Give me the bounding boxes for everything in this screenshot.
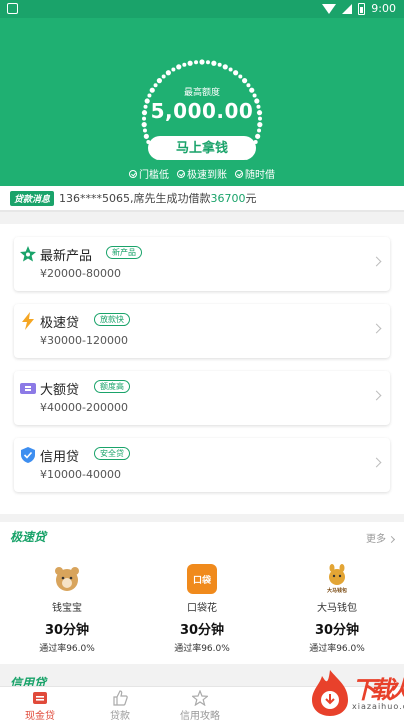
dial-dot bbox=[187, 60, 193, 66]
dial-dot bbox=[176, 64, 182, 70]
feature-item: 极速到账 bbox=[177, 166, 227, 181]
fast-loan-section: 极速贷 更多 钱宝宝 30分钟 通过率96.0% 口袋 口袋花 30分钟 通过率… bbox=[0, 522, 404, 664]
product-name: 最新产品 bbox=[40, 249, 93, 264]
product-tag: 额度高 bbox=[94, 380, 130, 393]
chevron-right-icon bbox=[387, 535, 396, 544]
product-name: 大额贷 bbox=[40, 383, 80, 398]
app-card-koudaihua[interactable]: 口袋 口袋花 30分钟 通过率96.0% bbox=[142, 564, 262, 654]
status-time: 9:00 bbox=[371, 2, 396, 15]
dial-dot bbox=[211, 60, 217, 66]
signal-icon bbox=[342, 3, 353, 14]
product-list: 最新产品 新产品 ¥20000-80000 极速贷 放款快 ¥30000-120… bbox=[0, 224, 404, 514]
app-rate: 通过率96.0% bbox=[174, 644, 230, 654]
chevron-right-icon bbox=[371, 256, 382, 267]
dial-dot bbox=[161, 74, 166, 79]
lightning-icon bbox=[22, 312, 34, 330]
feature-item: 随时借 bbox=[235, 166, 275, 181]
product-tag: 新产品 bbox=[106, 246, 142, 259]
app-name: 大马钱包 bbox=[317, 603, 357, 614]
tab-cash-loan[interactable]: 现金贷 bbox=[0, 689, 80, 720]
get-money-button[interactable]: 马上拿钱 bbox=[148, 136, 256, 160]
notification-icon bbox=[7, 3, 18, 14]
app-rate: 通过率96.0% bbox=[309, 644, 365, 654]
dial-dot bbox=[228, 67, 233, 72]
dial-dot bbox=[222, 64, 228, 70]
product-range: ¥10000-40000 bbox=[40, 468, 121, 481]
dial-dot bbox=[233, 70, 239, 76]
wifi-icon bbox=[322, 3, 337, 14]
product-name: 信用贷 bbox=[40, 450, 80, 465]
app-time: 30分钟 bbox=[44, 623, 90, 638]
tab-credit-guide[interactable]: 信用攻略 bbox=[160, 689, 240, 720]
bear-logo-icon bbox=[55, 567, 79, 591]
product-name: 极速贷 bbox=[40, 316, 80, 331]
dial-dot bbox=[194, 60, 199, 65]
check-circle-icon bbox=[129, 169, 137, 178]
tab-label: 现金贷 bbox=[25, 711, 55, 720]
product-range: ¥30000-120000 bbox=[40, 334, 128, 347]
product-card-latest[interactable]: 最新产品 新产品 ¥20000-80000 bbox=[14, 237, 390, 291]
product-tag: 放款快 bbox=[94, 313, 130, 326]
app-time: 30分钟 bbox=[179, 623, 225, 638]
status-indicators: 9:00 bbox=[322, 2, 396, 15]
shield-check-icon bbox=[21, 447, 35, 463]
tab-label: 贷款 bbox=[110, 711, 130, 720]
loan-news-ticker: 贷款消息 136****5065,席先生成功借款36700元 bbox=[0, 186, 404, 212]
loan-news-text: 136****5065,席先生成功借款36700元 bbox=[59, 192, 257, 205]
star-badge-icon bbox=[20, 246, 36, 262]
app-rate: 通过率96.0% bbox=[39, 644, 95, 654]
product-tag: 安全贷 bbox=[94, 447, 130, 460]
chevron-right-icon bbox=[371, 323, 382, 334]
pocket-logo-icon: 口袋 bbox=[187, 564, 217, 594]
status-bar: 9:00 bbox=[0, 0, 404, 18]
feature-item: 门槛低 bbox=[129, 166, 169, 181]
star-outline-icon bbox=[192, 690, 208, 706]
tab-loan[interactable]: 贷款 bbox=[80, 689, 160, 720]
dial-label: 最高额度 bbox=[183, 88, 220, 98]
product-card-large[interactable]: 大额贷 额度高 ¥40000-200000 bbox=[14, 371, 390, 425]
ticket-icon bbox=[20, 383, 36, 394]
watermark-text: 下载火 bbox=[352, 676, 404, 704]
chevron-right-icon bbox=[371, 390, 382, 401]
dial-dot bbox=[242, 78, 248, 84]
check-circle-icon bbox=[177, 169, 185, 178]
horse-logo-icon: 大马钱包 bbox=[322, 564, 352, 594]
dial-dot bbox=[143, 133, 149, 139]
flame-logo-icon bbox=[312, 670, 348, 716]
dial-dot bbox=[217, 62, 222, 67]
dial-dot bbox=[255, 133, 261, 139]
horse-mascot-icon bbox=[329, 564, 345, 585]
check-circle-icon bbox=[235, 169, 243, 178]
tab-label: 信用攻略 bbox=[180, 711, 220, 720]
dial-dot bbox=[199, 59, 205, 65]
dial-dot bbox=[165, 70, 171, 76]
app-time: 30分钟 bbox=[314, 623, 360, 638]
product-range: ¥40000-200000 bbox=[40, 401, 128, 414]
battery-icon bbox=[358, 2, 366, 15]
app-card-qianbaobao[interactable]: 钱宝宝 30分钟 通过率96.0% bbox=[7, 564, 127, 654]
dial-dot bbox=[257, 128, 262, 133]
credit-limit-amount: 5,000.00 bbox=[150, 99, 254, 123]
loan-news-badge: 贷款消息 bbox=[10, 190, 55, 206]
feature-list: 门槛低 极速到账 随时借 bbox=[0, 166, 404, 181]
dial-dot bbox=[238, 74, 243, 79]
thumb-up-icon bbox=[113, 690, 128, 706]
dial-dot bbox=[142, 128, 147, 133]
app-card-dama[interactable]: 大马钱包 大马钱包 30分钟 通过率96.0% bbox=[277, 564, 397, 654]
dial-dot bbox=[171, 67, 176, 72]
watermark-url: xiazaihuo.com bbox=[352, 702, 404, 711]
dial-dot bbox=[205, 60, 210, 65]
watermark: 下载火 xiazaihuo.com bbox=[234, 666, 404, 720]
product-card-credit[interactable]: 信用贷 安全贷 ¥10000-40000 bbox=[14, 438, 390, 492]
app-name: 口袋花 bbox=[187, 603, 217, 614]
section-title: 极速贷 bbox=[10, 530, 47, 544]
cash-loan-icon bbox=[33, 692, 47, 704]
product-range: ¥20000-80000 bbox=[40, 267, 121, 280]
dial-dot bbox=[156, 78, 162, 84]
chevron-right-icon bbox=[371, 457, 382, 468]
more-link[interactable]: 更多 bbox=[366, 530, 396, 545]
app-name: 钱宝宝 bbox=[52, 603, 82, 614]
product-card-fast[interactable]: 极速贷 放款快 ¥30000-120000 bbox=[14, 304, 390, 358]
dial-dot bbox=[182, 62, 187, 67]
